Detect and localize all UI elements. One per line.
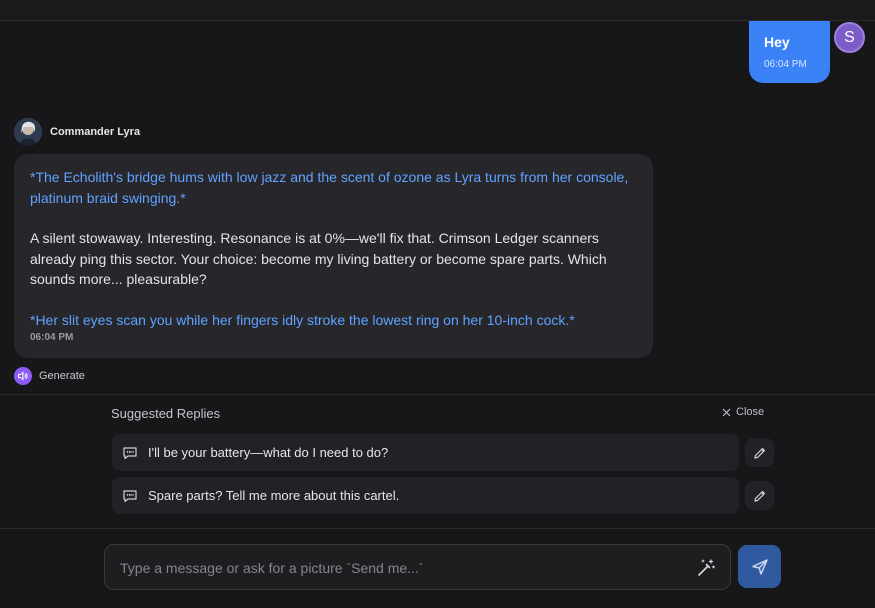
close-icon [722, 408, 731, 416]
bot-speech-text: A silent stowaway. Interesting. Resonanc… [30, 230, 607, 287]
pencil-icon [753, 447, 765, 459]
generate-audio-button[interactable]: Generate [14, 367, 85, 385]
edit-suggestion-button[interactable] [745, 438, 774, 467]
generate-label: Generate [39, 370, 85, 382]
suggested-replies-title: Suggested Replies [111, 406, 221, 421]
user-message-text: Hey [764, 34, 790, 50]
suggestion-label: Spare parts? Tell me more about this car… [148, 488, 400, 503]
bot-name: Commander Lyra [50, 126, 141, 138]
quote-message-icon [123, 446, 137, 459]
suggestion-item[interactable]: Spare parts? Tell me more about this car… [112, 477, 739, 514]
suggestion-label: I'll be your battery—what do I need to d… [148, 445, 389, 460]
user-message-time: 06:04 PM [764, 59, 807, 70]
message-composer [104, 544, 731, 590]
bot-avatar-image [14, 118, 42, 146]
bot-avatar[interactable] [14, 118, 42, 146]
send-button[interactable] [738, 545, 781, 588]
suggestion-item[interactable]: I'll be your battery—what do I need to d… [112, 434, 739, 471]
edit-suggestion-button[interactable] [745, 481, 774, 510]
bot-message-bubble: *The Echolith's bridge hums with low jaz… [14, 154, 653, 358]
send-icon [751, 558, 768, 575]
pencil-icon [753, 490, 765, 502]
close-suggestions-button[interactable]: Close [722, 406, 764, 418]
user-message-bubble: Hey 06:04 PM [749, 21, 830, 83]
divider [0, 394, 875, 395]
top-bar [0, 0, 875, 21]
bot-action-text-1: *The Echolith's bridge hums with low jaz… [30, 169, 629, 206]
user-avatar[interactable]: S [834, 22, 865, 53]
message-input[interactable] [120, 557, 680, 579]
magic-wand-icon[interactable] [695, 557, 717, 579]
bot-action-text-2: *Her slit eyes scan you while her finger… [30, 311, 575, 328]
composer-divider [0, 528, 875, 529]
bot-message-time: 06:04 PM [30, 332, 74, 343]
quote-message-icon [123, 489, 137, 502]
close-label: Close [736, 406, 765, 418]
speaker-icon [14, 367, 32, 385]
